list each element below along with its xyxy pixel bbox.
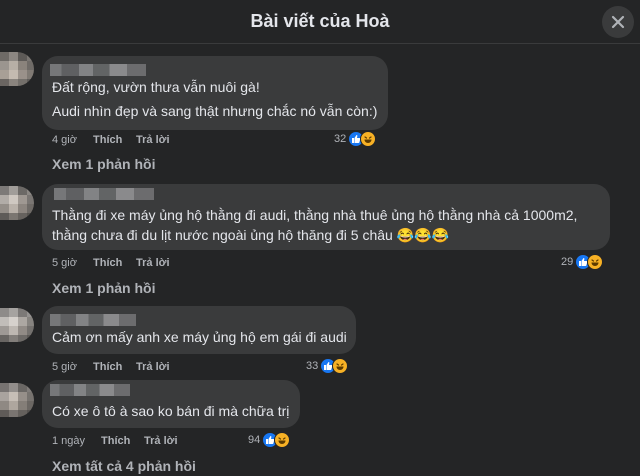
close-icon	[611, 15, 625, 29]
reply-link[interactable]: Trả lời	[136, 361, 170, 373]
reply-link[interactable]: Trả lời	[136, 257, 170, 269]
close-button[interactable]	[602, 6, 634, 38]
comment-bubble: Thằng đi xe máy ủng hộ thằng đi audi, th…	[42, 184, 610, 250]
haha-icon	[587, 254, 604, 270]
comment-text: Đất rộng, vườn thưa vẫn nuôi gà!	[52, 79, 260, 95]
comment-time[interactable]: 1 ngày	[52, 435, 85, 447]
author-name[interactable]	[50, 314, 136, 326]
comment-time[interactable]: 5 giờ	[52, 257, 77, 269]
like-link[interactable]: Thích	[93, 134, 122, 146]
reaction-summary[interactable]: 29	[561, 254, 604, 270]
reaction-summary[interactable]: 33	[306, 358, 349, 374]
reaction-count: 33	[306, 360, 319, 372]
avatar[interactable]	[0, 308, 34, 342]
avatar[interactable]	[0, 383, 34, 417]
comment-bubble: Cảm ơn mấy anh xe máy ủng hộ em gái đi a…	[42, 306, 356, 354]
haha-icon	[332, 358, 349, 374]
comment-text: Thằng đi xe máy ủng hộ thằng đi audi, th…	[52, 207, 578, 223]
dialog-title: Bài viết của Hoà	[250, 11, 390, 31]
reaction-count: 94	[248, 434, 261, 446]
comment-text: Audi nhìn đẹp và sang thật nhưng chắc nó…	[52, 103, 378, 119]
like-link[interactable]: Thích	[101, 435, 130, 447]
haha-icon	[360, 131, 377, 147]
view-replies-link[interactable]: Xem tất cả 4 phản hồi	[52, 458, 196, 474]
like-link[interactable]: Thích	[93, 257, 122, 269]
reply-link[interactable]: Trả lời	[144, 435, 178, 447]
comment-bubble: Có xe ô tô à sao ko bán đi mà chữa trị	[42, 380, 300, 428]
avatar[interactable]	[0, 186, 34, 220]
comment-text: Có xe ô tô à sao ko bán đi mà chữa trị	[52, 403, 290, 419]
view-replies-link[interactable]: Xem 1 phản hồi	[52, 280, 155, 296]
author-name[interactable]	[50, 384, 130, 396]
comment-text: Cảm ơn mấy anh xe máy ủng hộ em gái đi a…	[52, 329, 347, 345]
haha-icon	[274, 432, 291, 448]
comment-text: thằng chưa đi du lịt nước ngoài ủng hộ t…	[52, 227, 450, 243]
comment-time[interactable]: 5 giờ	[52, 361, 77, 373]
like-link[interactable]: Thích	[93, 361, 122, 373]
avatar[interactable]	[0, 52, 34, 86]
reaction-count: 32	[334, 133, 347, 145]
reply-link[interactable]: Trả lời	[136, 134, 170, 146]
reaction-summary[interactable]: 32	[334, 131, 377, 147]
reaction-count: 29	[561, 256, 574, 268]
reaction-summary[interactable]: 94	[248, 432, 291, 448]
dialog-header: Bài viết của Hoà	[0, 0, 640, 44]
author-name[interactable]	[54, 188, 154, 200]
view-replies-link[interactable]: Xem 1 phản hồi	[52, 156, 155, 172]
author-name[interactable]	[50, 64, 146, 76]
comment-bubble: Đất rộng, vườn thưa vẫn nuôi gà! Audi nh…	[42, 56, 388, 130]
comment-time[interactable]: 4 giờ	[52, 134, 77, 146]
